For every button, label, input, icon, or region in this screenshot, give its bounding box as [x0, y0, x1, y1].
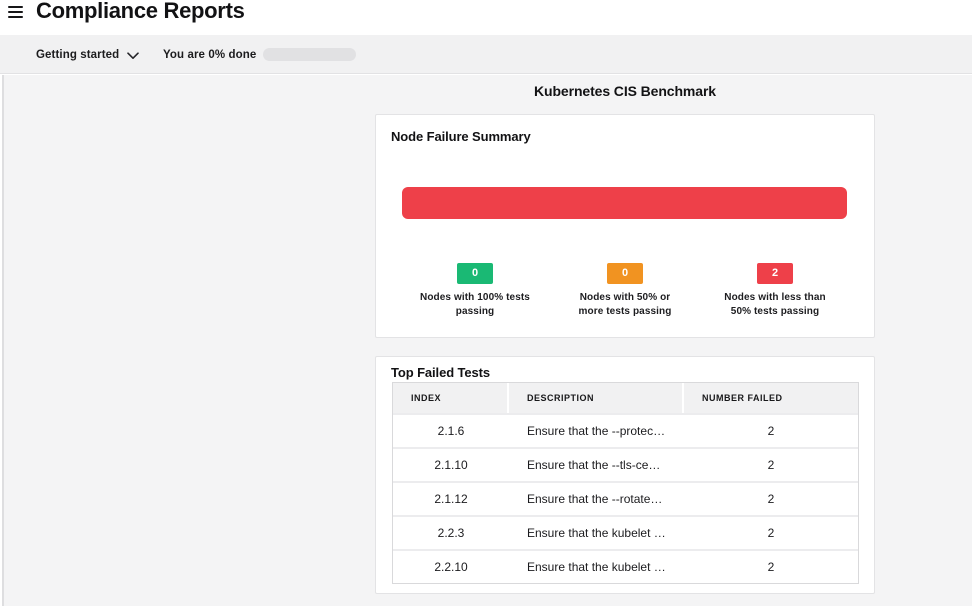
menu-icon[interactable]: [8, 6, 23, 21]
benchmark-title: Kubernetes CIS Benchmark: [375, 75, 875, 99]
table-row: 2.1.6Ensure that the --protec…2: [393, 413, 858, 447]
table-row: 2.1.12Ensure that the --rotate…2: [393, 481, 858, 515]
cell-number_failed: 2: [684, 549, 858, 583]
cell-number_failed: 2: [684, 515, 858, 549]
cell-index: 2.1.10: [393, 447, 509, 481]
main-content: Kubernetes CIS Benchmark Node Failure Su…: [0, 75, 972, 606]
cell-description: Ensure that the kubelet …: [509, 515, 684, 549]
app-header: Compliance Reports: [0, 0, 972, 35]
legend-item: 0 Nodes with 100% tests passing: [400, 263, 550, 319]
cell-number_failed: 2: [684, 413, 858, 447]
legend-item: 2 Nodes with less than 50% tests passing: [700, 263, 850, 319]
top-failed-tests-title: Top Failed Tests: [391, 365, 490, 380]
table-row: 2.2.3Ensure that the kubelet …2: [393, 515, 858, 549]
legend-count-badge: 0: [607, 263, 643, 284]
cell-index: 2.2.10: [393, 549, 509, 583]
legend-count-badge: 0: [457, 263, 493, 284]
cell-index: 2.2.3: [393, 515, 509, 549]
node-failure-summary-card: Node Failure Summary 0 Nodes with 100% t…: [375, 114, 875, 338]
cell-number_failed: 2: [684, 447, 858, 481]
top-failed-tests-card: Top Failed Tests INDEXDESCRIPTIONNUMBER …: [375, 356, 875, 594]
legend-label: Nodes with 100% tests passing: [400, 291, 550, 319]
cell-description: Ensure that the --rotate…: [509, 481, 684, 515]
progress-bar: [263, 48, 356, 61]
legend-label: Nodes with 50% or more tests passing: [550, 291, 700, 319]
column-header: INDEX: [393, 383, 509, 413]
table-body: 2.1.6Ensure that the --protec…22.1.10Ens…: [393, 413, 858, 583]
cell-description: Ensure that the --protec…: [509, 413, 684, 447]
cell-number_failed: 2: [684, 481, 858, 515]
node-failure-summary-title: Node Failure Summary: [391, 129, 531, 144]
legend-count-badge: 2: [757, 263, 793, 284]
cell-index: 2.1.12: [393, 481, 509, 515]
page-title: Compliance Reports: [36, 0, 245, 24]
cell-index: 2.1.6: [393, 413, 509, 447]
column-header: NUMBER FAILED: [684, 383, 858, 413]
table-row: 2.2.10Ensure that the kubelet …2: [393, 549, 858, 583]
progress-text: You are 0% done: [163, 35, 256, 74]
table-row: 2.1.10Ensure that the --tls-ce…2: [393, 447, 858, 481]
legend-label: Nodes with less than 50% tests passing: [700, 291, 850, 319]
cell-description: Ensure that the --tls-ce…: [509, 447, 684, 481]
getting-started-dropdown[interactable]: Getting started: [36, 35, 139, 74]
column-header: DESCRIPTION: [509, 383, 684, 413]
failure-bar: [402, 187, 847, 219]
top-failed-tests-table: INDEXDESCRIPTIONNUMBER FAILED 2.1.6Ensur…: [392, 382, 859, 584]
getting-started-bar: Getting started You are 0% done: [0, 35, 972, 74]
table-header-row: INDEXDESCRIPTIONNUMBER FAILED: [393, 383, 858, 413]
legend-item: 0 Nodes with 50% or more tests passing: [550, 263, 700, 319]
collapsed-sidebar-edge: [0, 75, 4, 606]
cell-description: Ensure that the kubelet …: [509, 549, 684, 583]
getting-started-label: Getting started: [36, 49, 119, 61]
legend-row: 0 Nodes with 100% tests passing 0 Nodes …: [400, 263, 850, 319]
chevron-down-icon: [127, 52, 139, 60]
